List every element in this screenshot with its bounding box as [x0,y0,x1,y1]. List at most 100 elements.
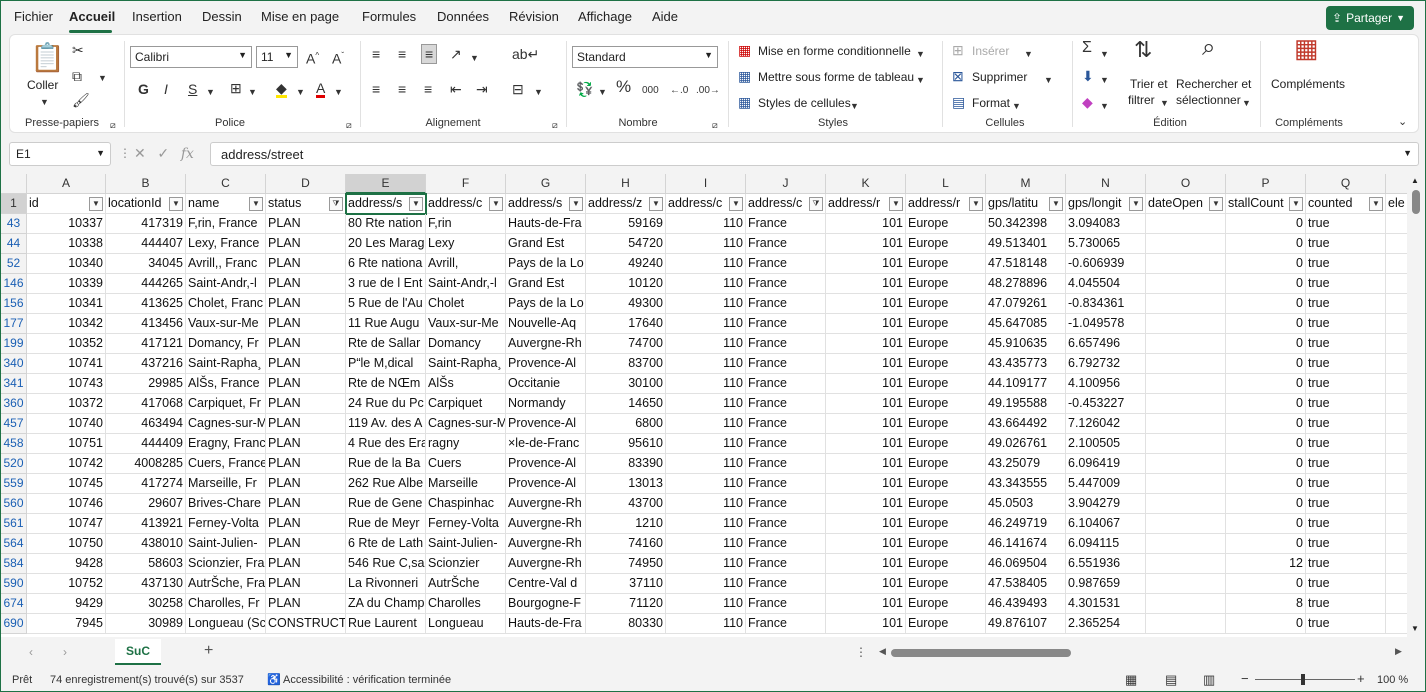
row-header[interactable]: 457 [1,414,27,434]
column-header-p[interactable]: P [1226,174,1306,194]
table-cell[interactable]: 9429 [27,594,106,614]
table-cell[interactable]: Saint-Andr,-l [426,274,506,294]
table-cell[interactable]: 4008285 [106,454,186,474]
table-cell[interactable]: 49300 [586,294,666,314]
column-header-i[interactable]: I [666,174,746,194]
table-cell[interactable]: 10120 [586,274,666,294]
table-cell[interactable]: 43.664492 [986,414,1066,434]
table-cell[interactable]: Rue de la Ba [346,454,426,474]
sort-filter-icon[interactable]: ⇅ [1134,39,1152,61]
insert-button[interactable]: Insérer [972,44,1009,58]
row-header[interactable]: 341 [1,374,27,394]
table-cell[interactable]: Grand Est [506,234,586,254]
table-cell[interactable]: Rte de NŒm [346,374,426,394]
filter-dropdown-icon[interactable]: ▼ [1129,197,1143,211]
table-cell[interactable]: Rte de Sallar [346,334,426,354]
table-cell[interactable]: 0 [1226,294,1306,314]
table-cell[interactable]: 101 [826,334,906,354]
clear-icon[interactable]: ◆ [1082,95,1093,109]
table-cell[interactable]: 47.538405 [986,574,1066,594]
table-cell[interactable]: 10750 [27,534,106,554]
table-cell[interactable]: 49240 [586,254,666,274]
table-cell[interactable]: 101 [826,354,906,374]
table-cell[interactable]: Europe [906,594,986,614]
table-cell[interactable] [1146,434,1226,454]
table-cell[interactable]: 46.069504 [986,554,1066,574]
dialog-launcher-icon[interactable]: ⧄ [552,118,558,132]
table-cell[interactable]: Auvergne-Rh [506,494,586,514]
sort-filter-label-2[interactable]: filtrer [1128,93,1155,107]
table-cell[interactable]: 262 Rue Albe [346,474,426,494]
table-cell[interactable]: 101 [826,534,906,554]
scroll-down-icon[interactable]: ▼ [1411,624,1419,633]
chevron-down-icon[interactable]: ▼ [248,85,257,99]
table-cell[interactable]: Europe [906,394,986,414]
align-right-icon[interactable]: ≡ [424,82,432,96]
find-select-label-1[interactable]: Rechercher et [1176,77,1251,91]
row-header[interactable]: 177 [1,314,27,334]
table-cell[interactable]: 6.551936 [1066,554,1146,574]
search-icon[interactable]: ⌕ [1202,36,1215,60]
table-cell[interactable] [1386,214,1407,234]
table-cell[interactable]: PLAN [266,574,346,594]
table-cell[interactable]: 6.792732 [1066,354,1146,374]
table-cell[interactable]: 10745 [27,474,106,494]
table-cell[interactable]: Domancy, Fr [186,334,266,354]
table-cell[interactable]: 110 [666,514,746,534]
table-cell[interactable]: 10341 [27,294,106,314]
table-cell[interactable] [1386,334,1407,354]
row-header[interactable]: 520 [1,454,27,474]
table-cell[interactable]: 80 Rte nation [346,214,426,234]
table-cell[interactable]: 11 Rue Augu [346,314,426,334]
addins-button[interactable]: Compléments [1271,77,1345,91]
table-cell[interactable]: 3.094083 [1066,214,1146,234]
currency-icon[interactable]: 💱 [576,82,593,96]
table-cell[interactable] [1146,334,1226,354]
table-cell[interactable]: 10337 [27,214,106,234]
table-cell[interactable]: 3.904279 [1066,494,1146,514]
filter-dropdown-icon[interactable]: ▼ [569,197,583,211]
filter-dropdown-icon[interactable]: ▼ [1289,197,1303,211]
table-cell[interactable]: 30100 [586,374,666,394]
format-painter-icon[interactable]: 🖌 [72,93,90,107]
chevron-down-icon[interactable]: ▼ [1100,73,1109,87]
filter-dropdown-icon[interactable]: ▼ [249,197,263,211]
table-cell[interactable]: 110 [666,374,746,394]
table-cell[interactable]: 43.343555 [986,474,1066,494]
table-cell[interactable]: 4.301531 [1066,594,1146,614]
table-cell[interactable] [1146,214,1226,234]
table-cell[interactable]: Europe [906,614,986,634]
table-cell[interactable]: true [1306,374,1386,394]
table-cell[interactable]: 6 Rte de Lath [346,534,426,554]
table-cell[interactable]: Europe [906,254,986,274]
filter-active-icon[interactable]: ⧩ [809,197,823,211]
table-cell[interactable]: 546 Rue C,sa [346,554,426,574]
table-cell[interactable]: Europe [906,574,986,594]
chevron-down-icon[interactable]: ▼ [1160,96,1169,110]
chevron-down-icon[interactable]: ▼ [334,85,343,99]
table-cell[interactable] [1386,434,1407,454]
table-cell[interactable]: Vaux-sur-Me [426,314,506,334]
table-cell[interactable] [1386,474,1407,494]
filter-dropdown-icon[interactable]: ▼ [649,197,663,211]
table-cell[interactable]: 83700 [586,354,666,374]
table-cell[interactable] [1146,234,1226,254]
dialog-launcher-icon[interactable]: ⧄ [712,118,718,132]
table-cell[interactable]: Europe [906,374,986,394]
table-cell[interactable] [1386,454,1407,474]
table-cell[interactable]: Cagnes-sur-M [426,414,506,434]
table-cell[interactable] [1386,574,1407,594]
table-cell[interactable]: 58603 [106,554,186,574]
table-cell[interactable]: Nouvelle-Aq [506,314,586,334]
table-cell[interactable]: 0 [1226,234,1306,254]
table-cell[interactable]: 413625 [106,294,186,314]
delete-button[interactable]: Supprimer [972,70,1027,84]
table-cell[interactable]: 0 [1226,514,1306,534]
table-cell[interactable]: 110 [666,394,746,414]
row-header[interactable]: 674 [1,594,27,614]
table-cell[interactable]: Auvergne-Rh [506,514,586,534]
column-header-partial[interactable] [1386,174,1407,194]
table-cell[interactable]: France [746,514,826,534]
table-cell[interactable]: 101 [826,454,906,474]
prev-sheet-icon[interactable]: ‹ [29,645,33,659]
